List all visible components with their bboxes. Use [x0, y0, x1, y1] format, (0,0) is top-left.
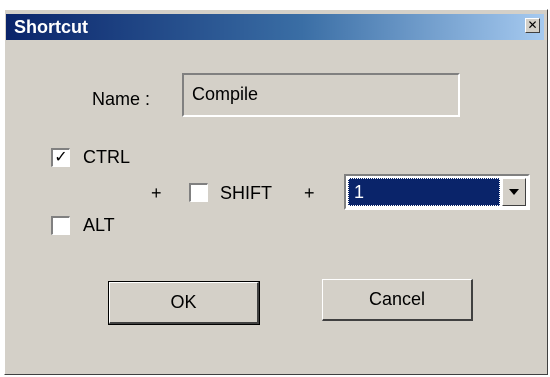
name-label: Name :: [92, 89, 151, 109]
plus-sign: +: [151, 183, 162, 203]
ok-button[interactable]: OK: [108, 281, 260, 325]
ctrl-label: CTRL: [83, 147, 131, 167]
chevron-down-icon: [509, 189, 519, 195]
alt-label: ALT: [83, 215, 115, 235]
close-icon: ✕: [527, 18, 538, 32]
shift-checkbox[interactable]: [189, 183, 208, 202]
dropdown-button[interactable]: [502, 178, 526, 206]
cancel-button[interactable]: Cancel: [322, 279, 473, 321]
alt-checkbox[interactable]: [51, 216, 70, 235]
window-title: Shortcut: [14, 17, 88, 37]
key-select[interactable]: 1: [344, 174, 530, 210]
close-button[interactable]: ✕: [525, 18, 540, 33]
check-icon: ✓: [54, 149, 68, 166]
ctrl-checkbox[interactable]: ✓: [51, 148, 70, 167]
shift-label: SHIFT: [220, 183, 272, 203]
title-bar[interactable]: Shortcut ✕: [6, 14, 544, 40]
name-field[interactable]: Compile: [182, 73, 460, 117]
plus-sign: +: [304, 183, 315, 203]
name-value: Compile: [192, 84, 259, 104]
key-select-value: 1: [348, 178, 500, 206]
